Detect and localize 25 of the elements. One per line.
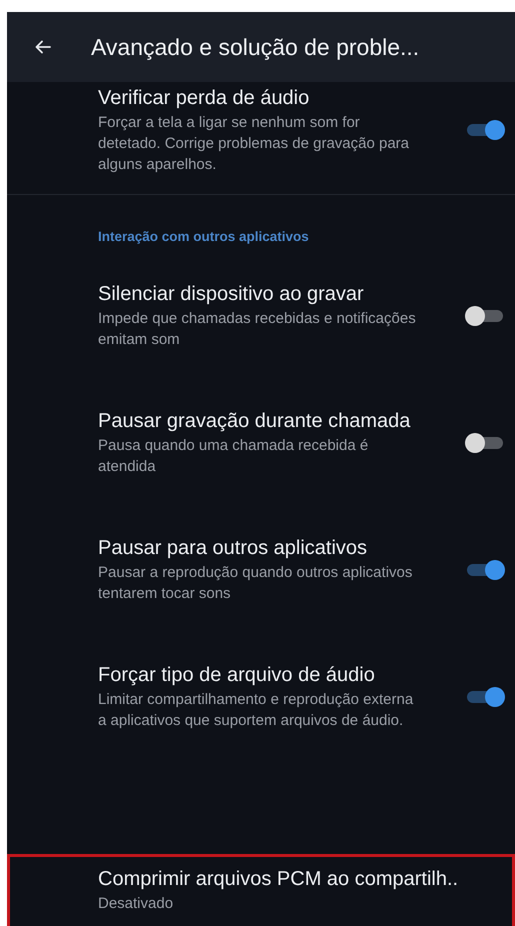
toggle-switch[interactable] — [465, 430, 505, 454]
setting-title: Comprimir arquivos PCM ao compartilh.. — [98, 866, 458, 892]
setting-summary: Pausa quando uma chamada recebida é atendida — [98, 436, 370, 477]
toggle-switch[interactable] — [465, 118, 505, 142]
setting-row[interactable]: Silenciar dispositivo ao gravar Impede que chamadas recebidas e notificações emitam som — [7, 252, 515, 379]
setting-row[interactable]: Verificar perda de áudio Forçar a tela a ligar se nenhum som for detetado. Corrige problemas de gravação para alguns aparelhos. — [7, 82, 515, 190]
setting-row[interactable]: Forçar tipo de arquivo de áudio Limitar compartilhamento e reprodução externa a aplicativos que suportem arquivos de áudio. — [7, 633, 515, 760]
toggle-switch[interactable] — [465, 558, 505, 582]
setting-title: Pausar gravação durante chamada — [98, 409, 412, 434]
setting-row[interactable]: Pausar para outros aplicativos Pausar a reprodução quando outros aplicativos tentarem tocar sons — [7, 506, 515, 633]
toggle-switch[interactable] — [465, 684, 505, 708]
setting-title: Pausar para outros aplicativos — [98, 536, 368, 561]
setting-title: Verificar perda de áudio — [98, 86, 310, 111]
setting-summary: Forçar a tela a ligar se nenhum som for detetado. Corrige problemas de gravação para alguns aparelhos. — [98, 113, 410, 175]
setting-row[interactable]: Pausar gravação durante chamada Pausa quando uma chamada recebida é atendida — [7, 379, 515, 506]
setting-title: Silenciar dispositivo ao gravar — [98, 282, 365, 307]
setting-summary: Impede que chamadas recebidas e notificações emitam som — [98, 309, 417, 350]
highlighted-setting-row[interactable]: Comprimir arquivos PCM ao compartilh.. Desativado — [7, 854, 515, 926]
section-header: Interação com outros aplicativos — [97, 228, 310, 246]
toggle-switch[interactable] — [465, 304, 505, 328]
screen-title: Avançado e solução de proble... — [91, 34, 420, 60]
setting-summary: Limitar compartilhamento e reprodução externa a aplicativos que suportem arquivos de áudio. — [98, 690, 414, 731]
setting-title: Forçar tipo de arquivo de áudio — [98, 663, 376, 688]
setting-summary: Desativado — [98, 894, 174, 914]
setting-summary: Pausar a reprodução quando outros aplicativos tentarem tocar sons — [98, 563, 414, 604]
